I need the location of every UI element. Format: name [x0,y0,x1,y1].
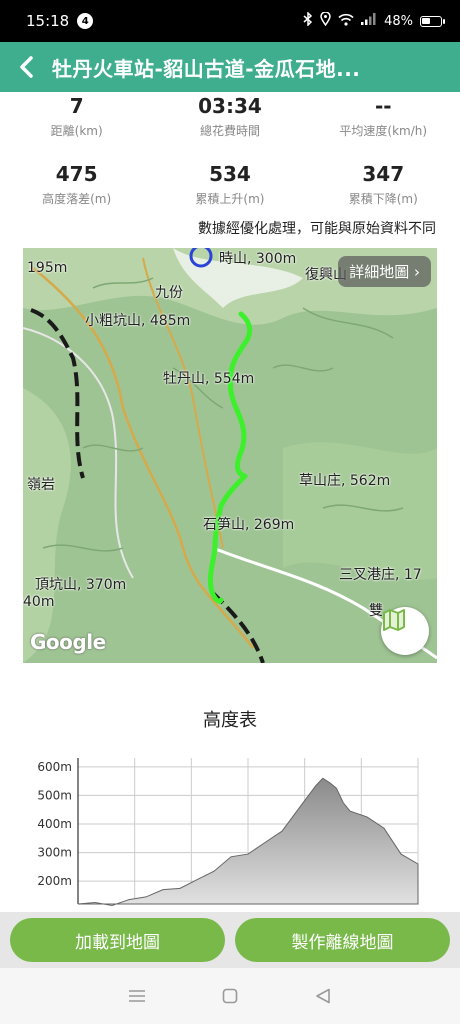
wifi-icon [338,13,354,30]
menu-icon [128,990,145,1002]
map-label: 三叉港庄, 17 [339,567,422,583]
recents-button[interactable] [117,976,157,1016]
stat-descent: 347 累積下降(m) [307,162,460,207]
back-triangle-icon [316,988,331,1004]
google-logo: Google [30,630,106,654]
status-time: 15:18 [26,12,70,30]
bottom-action-bar: 加載到地圖 製作離線地圖 [0,912,460,968]
main-content: 7 距離(km) 03:34 總花費時間 -- 平均速度(km/h) 475 高… [0,92,460,912]
map-label: 40m [23,594,55,610]
home-icon [222,988,238,1004]
stat-elevation-diff: 475 高度落差(m) [0,162,153,207]
stat-label: 累積上升(m) [195,192,265,206]
map-label: 195m [27,260,68,276]
back-button[interactable] [0,42,52,92]
system-nav-bar [0,968,460,1024]
home-button[interactable] [210,976,250,1016]
notification-badge: 4 [77,13,94,29]
chevron-left-icon [20,56,33,78]
map-label: 九份 [155,285,183,301]
stat-label: 累積下降(m) [348,192,418,206]
y-tick-label: 600m [37,760,72,774]
map-label: 牡丹山, 554m [163,371,255,387]
map-layers-button[interactable] [381,607,429,655]
battery-icon [420,15,445,27]
stat-avg-speed: -- 平均速度(km/h) [307,94,460,139]
map-label: 時山, 300m [219,251,297,267]
stat-value: 534 [209,162,251,186]
y-tick-label: 300m [37,846,72,860]
stat-distance: 7 距離(km) [0,94,153,139]
back-nav-button[interactable] [303,976,343,1016]
stat-value: -- [374,94,392,118]
make-offline-map-button[interactable]: 製作離線地圖 [235,918,450,962]
map-label: 草山庄, 562m [299,473,391,489]
stat-label: 高度落差(m) [42,192,112,206]
status-left: 15:18 4 [26,12,94,30]
elevation-title: 高度表 [203,710,257,731]
y-tick-label: 200m [37,874,72,888]
data-note: 數據經優化處理，可能與原始資料不同 [198,221,436,237]
stat-label: 距離(km) [50,124,103,138]
stat-label: 總花費時間 [199,124,260,138]
y-tick-label: 400m [37,817,72,831]
stats-row-1: 7 距離(km) 03:34 總花費時間 -- 平均速度(km/h) [0,94,460,139]
location-icon [320,11,331,30]
map-label: 頂坑山, 370m [35,577,127,593]
elevation-chart: 600m 500m 400m 300m 200m [37,758,419,907]
stat-value: 7 [69,94,84,118]
stats-row-2: 475 高度落差(m) 534 累積上升(m) 347 累積下降(m) [0,162,460,207]
page-title: 牡丹火車站-貂山古道-金瓜石地... [52,56,361,81]
status-bar: 15:18 4 48% [0,0,460,42]
y-tick-label: 500m [37,788,72,802]
stat-value: 347 [362,162,405,186]
load-to-map-button[interactable]: 加載到地圖 [10,918,225,962]
signal-icon [361,13,377,29]
app-bar: 牡丹火車站-貂山古道-金瓜石地... [0,42,460,92]
detail-map-button[interactable]: 詳細地圖 › [338,256,431,287]
map-label: 小粗坑山, 485m [85,313,191,329]
bluetooth-icon [303,11,313,30]
battery-percent: 48% [384,13,413,29]
map-label: 石笋山, 269m [203,517,295,533]
map-label: 嶺岩 [27,477,55,493]
map-icon [383,609,405,631]
route-map[interactable]: 195m 時山, 300m 復興山 九份 小粗坑山, 485m 牡丹山, 554… [23,248,437,663]
stat-ascent: 534 累積上升(m) [153,162,306,207]
stat-label: 平均速度(km/h) [339,124,428,138]
stat-total-time: 03:34 總花費時間 [153,94,306,139]
stat-value: 03:34 [198,94,262,118]
stat-value: 475 [55,162,98,186]
status-right: 48% [303,11,445,30]
